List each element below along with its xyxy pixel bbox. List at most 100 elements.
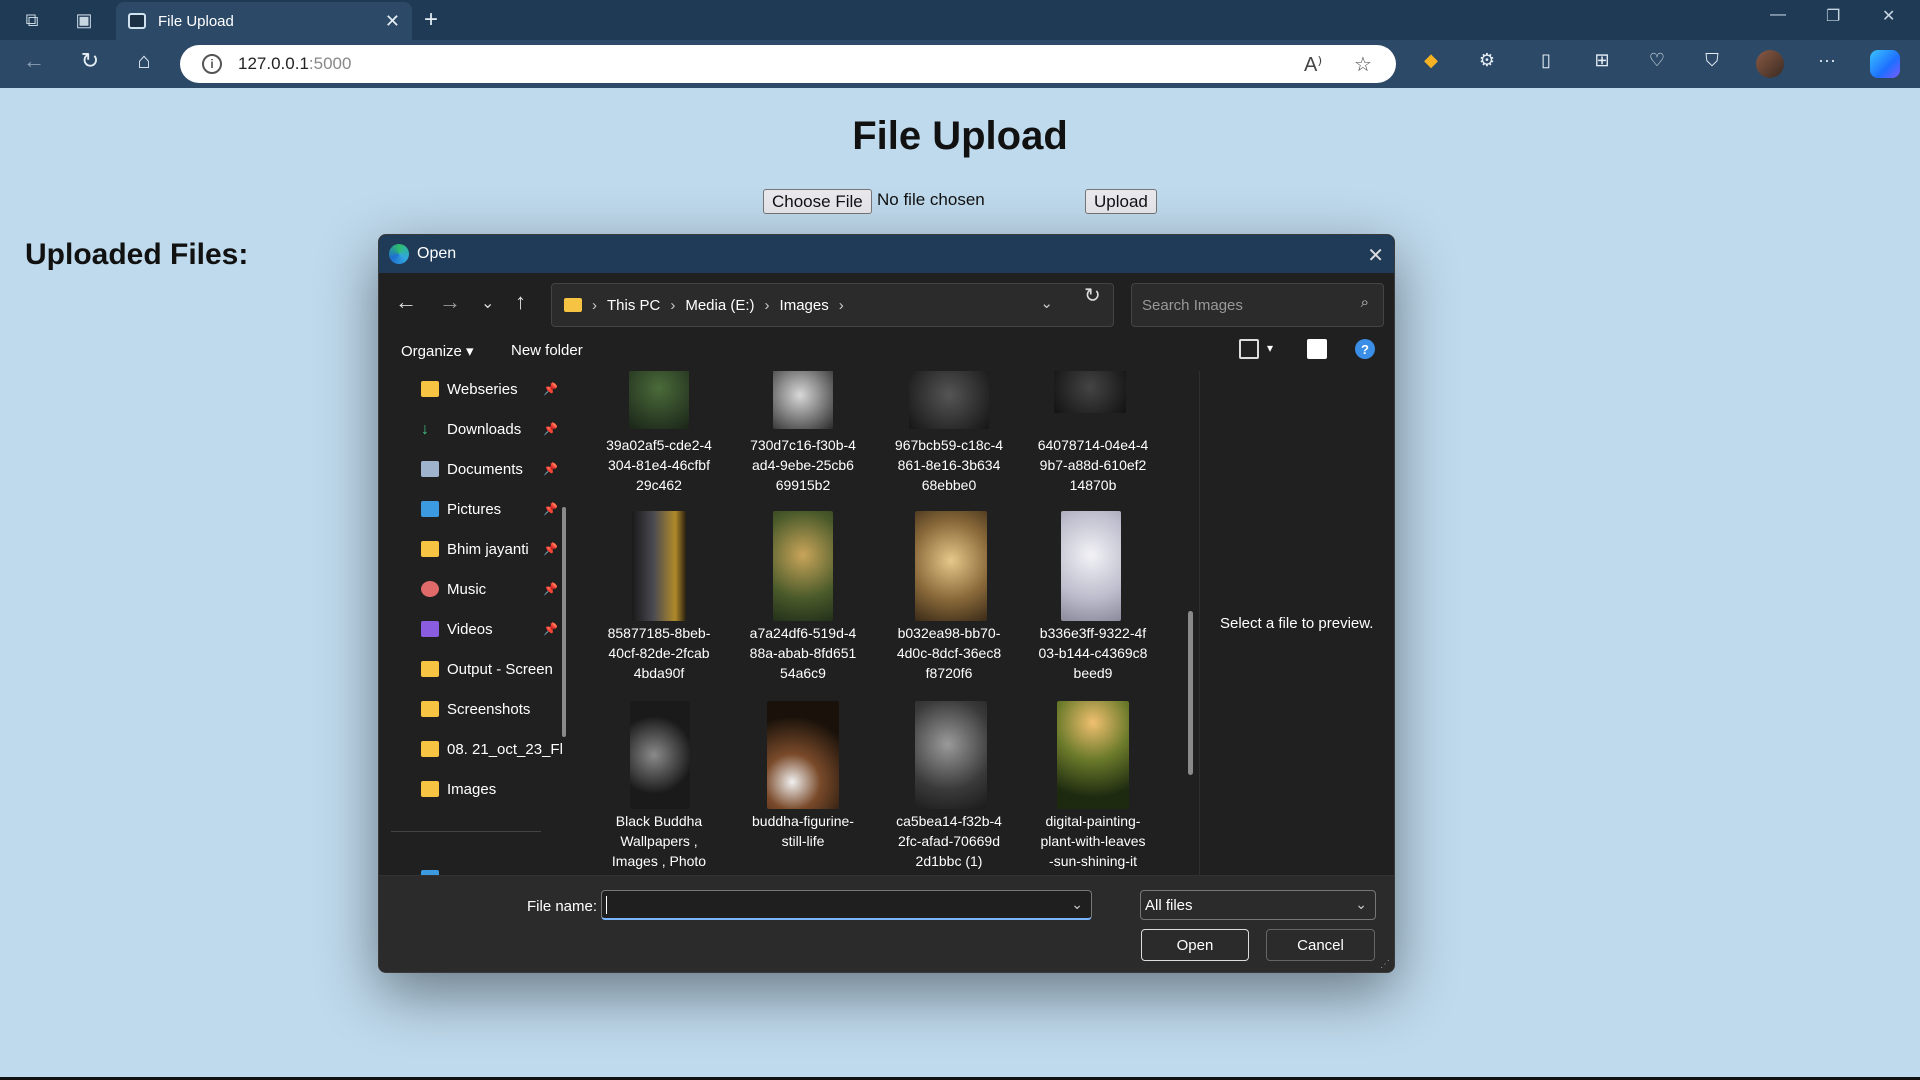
dialog-refresh-icon[interactable]: ↻ (1084, 283, 1101, 308)
file-thumbnail[interactable] (1054, 371, 1126, 413)
file-name-input[interactable]: ⌄ (601, 890, 1092, 920)
file-thumbnail[interactable] (773, 371, 833, 429)
sidebar-item-oct-folder[interactable]: 08. 21_oct_23_Fl (421, 731, 571, 767)
file-item[interactable]: Black Buddha Wallpapers , Images , Photo (589, 811, 729, 871)
sidebar-scrollbar[interactable] (562, 507, 566, 737)
extensions-icon[interactable]: ⚙ (1474, 50, 1500, 76)
workspaces-icon[interactable]: ⧉ (18, 6, 46, 34)
file-item[interactable]: 967bcb59-c18c-4 861-8e16-3b634 68ebbe0 (879, 435, 1019, 495)
collections-icon[interactable]: ⊞ (1589, 50, 1615, 76)
file-thumbnail[interactable] (1057, 701, 1129, 809)
folder-icon (421, 661, 439, 677)
folder-icon (421, 541, 439, 557)
pin-icon: 📌 (543, 622, 558, 636)
file-thumbnail[interactable] (915, 511, 987, 621)
more-icon[interactable]: ··· (1814, 50, 1840, 76)
sidebar-item-screenshots[interactable]: Screenshots (421, 691, 571, 727)
pin-icon: 📌 (543, 422, 558, 436)
cancel-button[interactable]: Cancel (1266, 929, 1375, 961)
site-info-icon[interactable]: i (202, 54, 222, 74)
sidebar-item-bhim-jayanti[interactable]: Bhim jayanti 📌 (421, 531, 571, 567)
navigation-pane: Webseries 📌 ↓ Downloads 📌 Documents 📌 Pictur… (379, 371, 579, 875)
choose-file-button[interactable]: Choose File (763, 189, 872, 214)
favorite-star-icon[interactable]: ☆ (1354, 52, 1372, 77)
refresh-icon[interactable]: ↻ (74, 48, 106, 74)
split-screen-icon[interactable]: ▯ (1533, 50, 1559, 76)
file-item[interactable]: a7a24df6-519d-4 88a-abab-8fd651 54a6c9 (733, 623, 873, 683)
sidebar-item-output-screen[interactable]: Output - Screen (421, 651, 571, 687)
file-item[interactable]: b336e3ff-9322-4f 03-b144-c4369c8 beed9 (1023, 623, 1163, 683)
address-bar[interactable]: i 127.0.0.1:5000 (180, 45, 1396, 83)
file-thumbnail[interactable] (629, 371, 689, 429)
file-item[interactable]: 85877185-8beb- 40cf-82de-2fcab 4bda90f (589, 623, 729, 683)
file-item[interactable]: ca5bea14-f32b-4 2fc-afad-70669d 2d1bbc (… (879, 811, 1019, 871)
file-thumbnail[interactable] (632, 511, 686, 621)
recent-locations-chevron-icon[interactable]: ⌄ (481, 293, 494, 313)
dialog-close-icon[interactable]: ✕ (1367, 243, 1384, 268)
organize-button[interactable]: Organize ▾ (401, 342, 474, 360)
file-grid-scrollbar[interactable] (1188, 611, 1193, 775)
file-item[interactable]: buddha-figurine- still-life (733, 811, 873, 851)
new-folder-button[interactable]: New folder (511, 342, 583, 359)
file-name: b032ea98-bb70- 4d0c-8dcf-36ec8 f8720f6 (896, 625, 1002, 681)
file-type-select[interactable]: All files ⌄ (1140, 890, 1376, 920)
browser-chrome: ⧉ ▣ File Upload ✕ + — ❐ ✕ ← ↻ ⌂ i 127.0.… (0, 0, 1920, 88)
home-icon[interactable]: ⌂ (128, 48, 160, 74)
file-thumbnail[interactable] (909, 371, 989, 429)
file-thumbnail[interactable] (767, 701, 839, 809)
window-close-icon[interactable]: ✕ (1882, 6, 1895, 26)
file-thumbnail[interactable] (1061, 511, 1121, 621)
file-thumbnail[interactable] (773, 511, 833, 621)
back-icon[interactable]: ← (18, 48, 50, 74)
no-file-chosen-text: No file chosen (877, 190, 985, 209)
up-folder-icon[interactable]: ↑ (515, 289, 526, 315)
dialog-back-icon[interactable]: ← (395, 289, 417, 315)
help-icon[interactable]: ? (1355, 339, 1375, 359)
file-thumbnail[interactable] (630, 701, 690, 809)
dialog-titlebar: Open ✕ (379, 235, 1394, 273)
file-name-dropdown-icon[interactable]: ⌄ (1071, 896, 1083, 913)
file-item[interactable]: digital-painting- plant-with-leaves -sun… (1023, 811, 1163, 871)
restore-icon[interactable]: ❐ (1826, 6, 1840, 26)
resize-grip-icon[interactable]: ⋰ (1380, 959, 1390, 970)
read-aloud-icon[interactable]: A⁾ (1304, 52, 1322, 77)
breadcrumb-item[interactable]: Images (780, 297, 829, 314)
sidebar-item-music[interactable]: Music 📌 (421, 571, 571, 607)
sidebar-item-webseries[interactable]: Webseries 📌 (421, 371, 571, 407)
file-thumbnail[interactable] (915, 701, 987, 809)
sidebar-item-downloads[interactable]: ↓ Downloads 📌 (421, 411, 571, 447)
new-tab-button[interactable]: + (424, 6, 438, 34)
search-input[interactable]: Search Images ⌕ (1131, 283, 1384, 327)
preview-pane-icon[interactable] (1307, 339, 1327, 359)
rewards-icon[interactable]: ◆ (1418, 50, 1444, 76)
page-title: File Upload (852, 114, 1068, 158)
browser-essentials-icon[interactable]: ⛉ (1699, 50, 1725, 76)
sidebar-item-videos[interactable]: Videos 📌 (421, 611, 571, 647)
tab-close-icon[interactable]: ✕ (385, 11, 400, 32)
file-item[interactable]: 64078714-04e4-4 9b7-a88d-610ef2 14870b (1023, 435, 1163, 495)
tab-file-upload[interactable]: File Upload ✕ (116, 2, 412, 40)
sidebar-item-images[interactable]: Images (421, 771, 571, 807)
breadcrumb[interactable]: › This PC › Media (E:) › Images › ⌄ (551, 283, 1114, 327)
upload-button[interactable]: Upload (1085, 189, 1157, 214)
sidebar-item-pictures[interactable]: Pictures 📌 (421, 491, 571, 527)
dialog-forward-icon[interactable]: → (439, 289, 461, 315)
performance-icon[interactable]: ♡ (1644, 50, 1670, 76)
file-item[interactable]: b032ea98-bb70- 4d0c-8dcf-36ec8 f8720f6 (879, 623, 1019, 683)
tab-actions-icon[interactable]: ▣ (70, 6, 98, 34)
breadcrumb-dropdown-icon[interactable]: ⌄ (1040, 294, 1053, 312)
open-button[interactable]: Open (1141, 929, 1249, 961)
file-name: Black Buddha Wallpapers , Images , Photo (611, 813, 707, 869)
sidebar-item-this-pc[interactable] (421, 859, 571, 875)
file-item[interactable]: 730d7c16-f30b-4 ad4-9ebe-25cb6 69915b2 (733, 435, 873, 495)
sidebar-item-documents[interactable]: Documents 📌 (421, 451, 571, 487)
breadcrumb-item[interactable]: Media (E:) (685, 297, 754, 314)
view-options-icon[interactable] (1239, 339, 1259, 359)
file-item[interactable]: 39a02af5-cde2-4 304-81e4-46cfbf 29c462 (589, 435, 729, 495)
breadcrumb-item[interactable]: This PC (607, 297, 660, 314)
pin-icon: 📌 (543, 382, 558, 396)
minimize-icon[interactable]: — (1770, 6, 1786, 24)
view-dropdown-icon[interactable]: ▾ (1267, 341, 1273, 355)
profile-avatar[interactable] (1756, 50, 1784, 78)
copilot-icon[interactable] (1870, 50, 1900, 78)
